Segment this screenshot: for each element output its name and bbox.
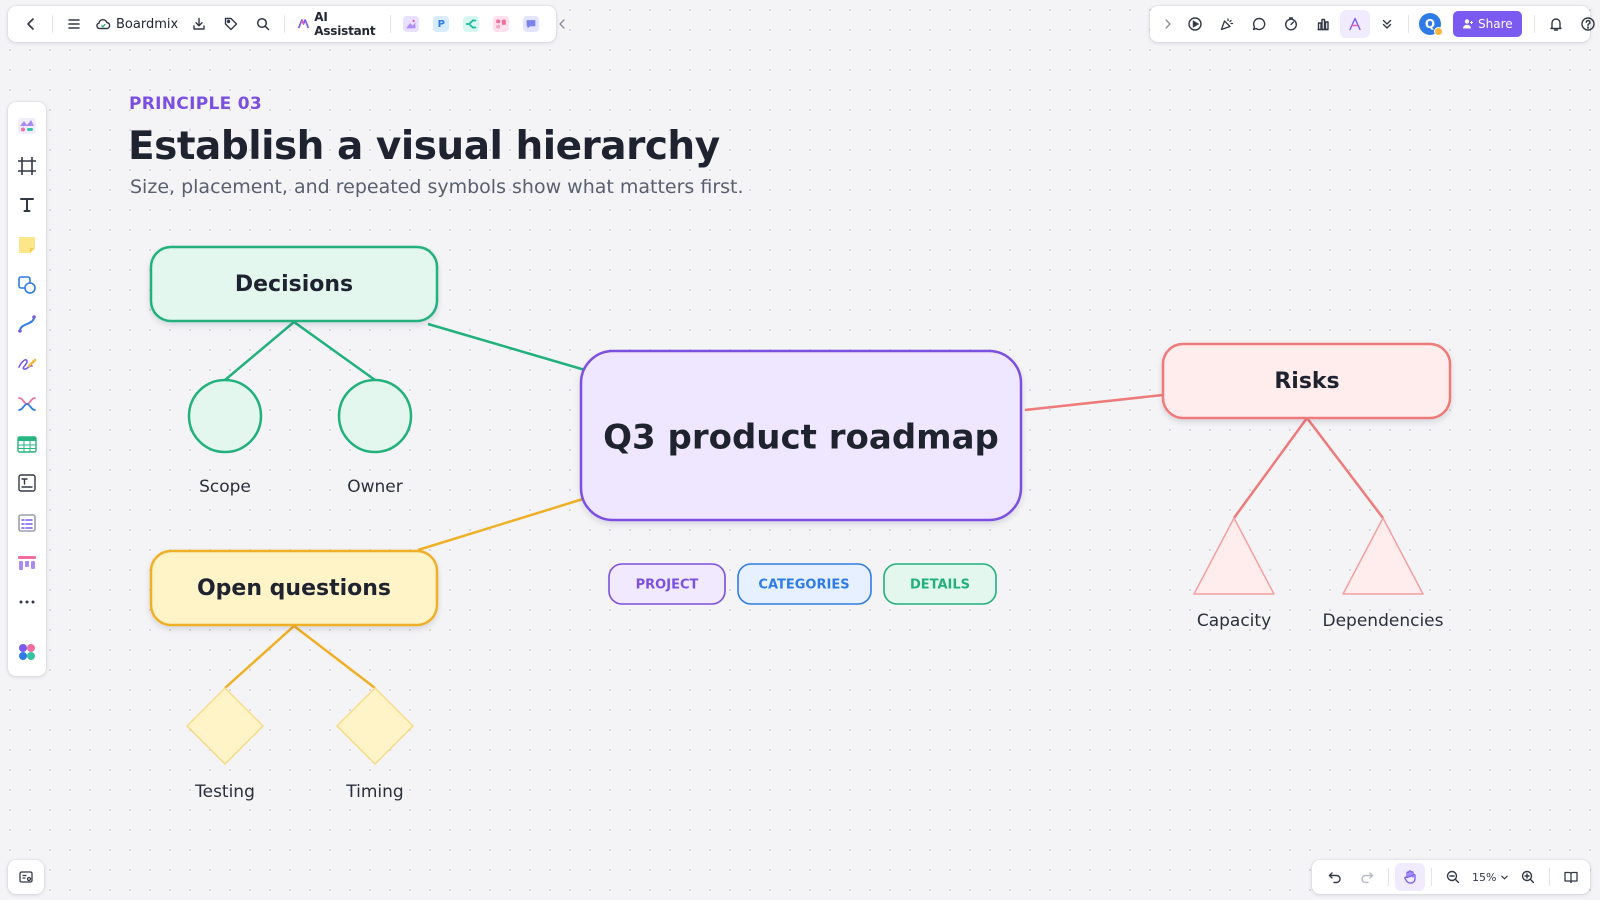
connector-risks-children: [1232, 415, 1384, 519]
tag-project[interactable]: PROJECT: [608, 563, 726, 605]
connector-decisions-children: [224, 320, 376, 382]
scope-circle[interactable]: [187, 378, 263, 454]
connector-open-questions: [417, 497, 584, 552]
testing-label: Testing: [194, 782, 255, 802]
owner-label: Owner: [347, 477, 403, 497]
open-questions-node-label: Open questions: [197, 576, 391, 601]
mindmap-diagram: Q3 product roadmap Decisions Scope Owner…: [149, 245, 1452, 802]
capacity-label: Capacity: [1197, 611, 1271, 631]
risks-node[interactable]: Risks: [1161, 342, 1452, 420]
dependencies-label: Dependencies: [1323, 611, 1444, 631]
tag-details-label: DETAILS: [910, 578, 970, 593]
tag-project-label: PROJECT: [636, 578, 699, 593]
decisions-node[interactable]: Decisions: [149, 245, 439, 323]
timing-label: Timing: [345, 782, 403, 802]
testing-diamond[interactable]: [185, 686, 265, 766]
timing-diamond[interactable]: [335, 686, 415, 766]
connector-risks: [1024, 393, 1164, 412]
owner-circle[interactable]: [337, 378, 413, 454]
center-node-label: Q3 product roadmap: [603, 418, 999, 458]
open-questions-node[interactable]: Open questions: [149, 549, 439, 627]
tag-details[interactable]: DETAILS: [883, 563, 997, 605]
risks-node-label: Risks: [1274, 369, 1339, 394]
capacity-triangle[interactable]: [1193, 517, 1275, 595]
connector-open-questions-children: [224, 624, 376, 689]
scope-label: Scope: [199, 477, 251, 497]
tag-categories[interactable]: CATEGORIES: [737, 563, 872, 605]
dependencies-triangle[interactable]: [1342, 517, 1424, 595]
tag-categories-label: CATEGORIES: [758, 578, 849, 593]
center-node[interactable]: Q3 product roadmap: [579, 349, 1023, 522]
connector-decisions: [427, 322, 586, 372]
decisions-node-label: Decisions: [235, 272, 353, 297]
